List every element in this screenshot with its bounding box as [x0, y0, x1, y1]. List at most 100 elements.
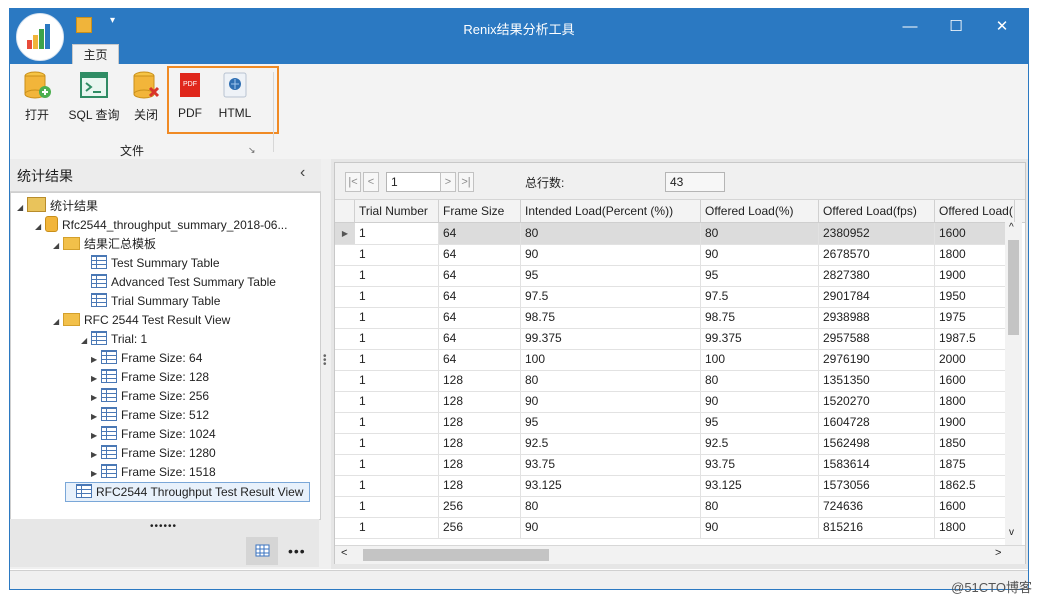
collapse-arrow-icon[interactable]: ◢ — [53, 237, 63, 255]
tree-node[interactable]: ▶ Frame Size: 128 — [91, 368, 209, 386]
table-cell[interactable]: 1520270 — [819, 391, 935, 412]
table-cell[interactable]: 128 — [439, 412, 521, 433]
table-cell[interactable]: 80 — [521, 223, 701, 244]
table-cell[interactable]: 256 — [439, 517, 521, 538]
table-cell[interactable]: 97.5 — [701, 286, 819, 307]
tree-node[interactable]: ◢ RFC 2544 Test Result View — [53, 311, 230, 329]
table-cell[interactable]: 1 — [355, 517, 439, 538]
table-cell[interactable]: 1 — [355, 370, 439, 391]
table-cell[interactable]: 1573056 — [819, 475, 935, 496]
table-cell[interactable]: 93.75 — [521, 454, 701, 475]
table-cell[interactable]: 90 — [701, 517, 819, 538]
table-cell[interactable]: 1 — [355, 412, 439, 433]
table-cell[interactable]: 1 — [355, 433, 439, 454]
table-cell[interactable]: 2938988 — [819, 307, 935, 328]
expand-arrow-icon[interactable]: ▶ — [91, 427, 101, 445]
table-row[interactable]: 1 128 80 80 1351350 1600 — [335, 370, 1015, 392]
horizontal-scrollbar[interactable]: < > — [335, 545, 1025, 564]
table-cell[interactable]: 93.75 — [701, 454, 819, 475]
table-row[interactable]: 1 64 100 100 2976190 2000 — [335, 349, 1015, 371]
tree-node[interactable]: ◢ 统计结果 — [17, 197, 98, 215]
table-cell[interactable]: 80 — [521, 496, 701, 517]
table-cell[interactable]: 1600 — [935, 223, 1015, 244]
tree-node[interactable]: ▶ Frame Size: 1518 — [91, 463, 216, 481]
tab-home[interactable]: 主页 — [72, 44, 119, 65]
table-row[interactable]: 1 64 97.5 97.5 2901784 1950 — [335, 286, 1015, 308]
minimize-button[interactable]: — — [890, 15, 930, 39]
table-cell[interactable]: 1875 — [935, 454, 1015, 475]
table-cell[interactable]: 93.125 — [701, 475, 819, 496]
table-cell[interactable]: 2901784 — [819, 286, 935, 307]
table-row[interactable]: 1 64 99.375 99.375 2957588 1987.5 — [335, 328, 1015, 350]
table-cell[interactable]: 2000 — [935, 349, 1015, 370]
collapse-panel-icon[interactable]: ‹ — [300, 164, 305, 182]
table-cell[interactable]: 1604728 — [819, 412, 935, 433]
collapse-arrow-icon[interactable]: ◢ — [35, 218, 45, 236]
table-cell[interactable]: 1 — [355, 496, 439, 517]
table-cell[interactable]: 256 — [439, 496, 521, 517]
tree-node[interactable]: ▶ Frame Size: 512 — [91, 406, 209, 424]
table-row[interactable]: 1 128 95 95 1604728 1900 — [335, 412, 1015, 434]
table-row[interactable]: 1 64 95 95 2827380 1900 — [335, 265, 1015, 287]
table-row[interactable]: 1 256 80 80 724636 1600 — [335, 496, 1015, 518]
table-cell[interactable]: 92.5 — [701, 433, 819, 454]
table-cell[interactable]: 97.5 — [521, 286, 701, 307]
pdf-export-button[interactable]: PDF PDF — [168, 70, 212, 126]
tree-node[interactable]: Advanced Test Summary Table — [81, 273, 276, 291]
table-cell[interactable]: 1 — [355, 307, 439, 328]
table-cell[interactable]: 2380952 — [819, 223, 935, 244]
table-cell[interactable]: 90 — [521, 391, 701, 412]
table-cell[interactable]: 95 — [701, 412, 819, 433]
expand-arrow-icon[interactable]: ▶ — [91, 351, 101, 369]
table-cell[interactable]: 80 — [701, 223, 819, 244]
more-options-icon[interactable]: ••• — [288, 543, 306, 559]
last-page-button[interactable]: >| — [458, 172, 474, 192]
table-cell[interactable]: 1800 — [935, 391, 1015, 412]
table-cell[interactable]: 64 — [439, 349, 521, 370]
table-cell[interactable]: 724636 — [819, 496, 935, 517]
table-cell[interactable]: 1987.5 — [935, 328, 1015, 349]
horizontal-scroll-thumb[interactable] — [363, 549, 549, 561]
table-cell[interactable]: 99.375 — [521, 328, 701, 349]
table-cell[interactable]: 2957588 — [819, 328, 935, 349]
table-cell[interactable]: 95 — [521, 265, 701, 286]
scroll-right-icon[interactable]: > — [995, 547, 1001, 559]
group-launcher-icon[interactable]: ↘ — [248, 145, 256, 156]
column-header[interactable]: Trial Number — [355, 200, 439, 222]
table-cell[interactable]: 1 — [355, 391, 439, 412]
table-cell[interactable]: 815216 — [819, 517, 935, 538]
pane-splitter[interactable]: • • • — [321, 159, 331, 569]
close-window-button[interactable]: ✕ — [982, 15, 1022, 39]
table-cell[interactable]: 64 — [439, 223, 521, 244]
table-cell[interactable]: 1 — [355, 244, 439, 265]
table-cell[interactable]: 1950 — [935, 286, 1015, 307]
page-number-input[interactable]: 1 — [386, 172, 442, 192]
table-cell[interactable]: 1583614 — [819, 454, 935, 475]
table-row[interactable]: 1 64 90 90 2678570 1800 — [335, 244, 1015, 266]
table-cell[interactable]: 98.75 — [521, 307, 701, 328]
table-cell[interactable]: 64 — [439, 244, 521, 265]
tree-node[interactable]: ◢ 结果汇总模板 — [53, 235, 156, 253]
table-cell[interactable]: 80 — [701, 496, 819, 517]
collapse-arrow-icon[interactable]: ◢ — [17, 199, 27, 217]
table-cell[interactable]: 90 — [521, 517, 701, 538]
expand-arrow-icon[interactable]: ▶ — [91, 465, 101, 483]
table-cell[interactable]: 128 — [439, 370, 521, 391]
table-cell[interactable]: 64 — [439, 328, 521, 349]
table-cell[interactable]: 80 — [701, 370, 819, 391]
table-cell[interactable]: 1 — [355, 286, 439, 307]
table-cell[interactable]: 1 — [355, 475, 439, 496]
column-header[interactable]: Intended Load(Percent (%)) — [521, 200, 701, 222]
expand-arrow-icon[interactable]: ▶ — [91, 408, 101, 426]
tree-node[interactable]: ▶ Frame Size: 1280 — [91, 444, 216, 462]
table-cell[interactable]: 1862.5 — [935, 475, 1015, 496]
vertical-scroll-thumb[interactable] — [1008, 240, 1019, 335]
grid-view-button[interactable] — [246, 537, 278, 565]
maximize-button[interactable]: ☐ — [936, 15, 976, 39]
table-cell[interactable]: 1800 — [935, 244, 1015, 265]
table-cell[interactable]: 64 — [439, 286, 521, 307]
tree-node[interactable]: Test Summary Table — [81, 254, 220, 272]
table-row[interactable]: 1 64 98.75 98.75 2938988 1975 — [335, 307, 1015, 329]
column-header[interactable]: Offered Load(%) — [701, 200, 819, 222]
table-cell[interactable]: 90 — [701, 391, 819, 412]
